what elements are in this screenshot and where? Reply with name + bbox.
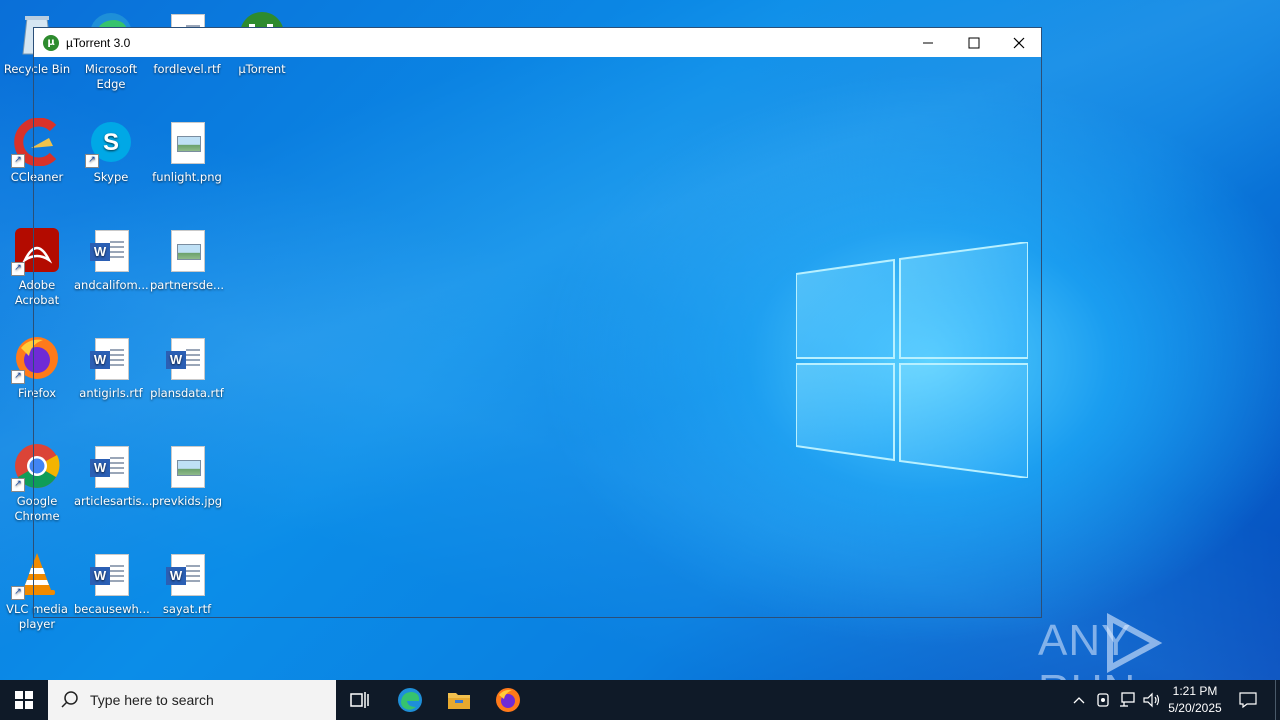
microsoft-edge-icon [398, 688, 422, 712]
minimize-icon [923, 42, 933, 43]
taskbar-clock[interactable]: 1:21 PM 5/20/2025 [1162, 680, 1228, 720]
maximize-icon [968, 37, 980, 48]
speaker-icon [1143, 692, 1160, 708]
utorrent-icon: µ [43, 34, 59, 51]
firefox-icon [496, 688, 520, 712]
start-button[interactable] [0, 680, 48, 720]
folder-icon [448, 693, 470, 709]
show-desktop-button[interactable] [1275, 680, 1280, 720]
network-tray-button[interactable] [1116, 680, 1138, 720]
chevron-up-icon [1073, 697, 1085, 704]
volume-tray-button[interactable] [1140, 680, 1162, 720]
close-icon [1013, 37, 1025, 48]
shortcut-arrow-icon: ↗ [11, 586, 25, 600]
window-titlebar[interactable]: µ µTorrent 3.0 [34, 28, 1041, 57]
utorrent-window[interactable]: µ µTorrent 3.0 [33, 27, 1042, 618]
taskbar-file-explorer-button[interactable] [435, 680, 483, 720]
clock-time: 1:21 PM [1172, 684, 1218, 698]
taskbar: Type here to search 1:21 PM 5/20/2025 [0, 680, 1280, 720]
show-hidden-icons-button[interactable] [1068, 680, 1090, 720]
tray-device-icon-button[interactable] [1092, 680, 1114, 720]
taskbar-firefox-button[interactable] [484, 680, 532, 720]
network-icon [1120, 692, 1135, 707]
shortcut-arrow-icon: ↗ [11, 154, 25, 168]
shortcut-arrow-icon: ↗ [11, 262, 25, 276]
shortcut-arrow-icon: ↗ [11, 478, 25, 492]
search-placeholder: Type here to search [90, 692, 214, 708]
close-button[interactable] [996, 28, 1042, 57]
shortcut-arrow-icon: ↗ [11, 370, 25, 384]
search-icon [61, 691, 78, 708]
taskbar-edge-button[interactable] [386, 680, 434, 720]
device-icon [1097, 693, 1109, 707]
task-view-button[interactable] [336, 680, 384, 720]
action-center-button[interactable] [1230, 680, 1266, 720]
taskbar-search-box[interactable]: Type here to search [48, 680, 336, 720]
anyrun-watermark: ANY RUN [1038, 610, 1238, 715]
clock-date: 5/20/2025 [1168, 701, 1222, 715]
window-title: µTorrent 3.0 [66, 35, 131, 50]
maximize-button[interactable] [951, 28, 997, 57]
minimize-button[interactable] [905, 28, 951, 57]
notification-icon [1239, 692, 1257, 708]
task-view-icon [350, 692, 369, 708]
windows-start-icon [15, 691, 33, 709]
